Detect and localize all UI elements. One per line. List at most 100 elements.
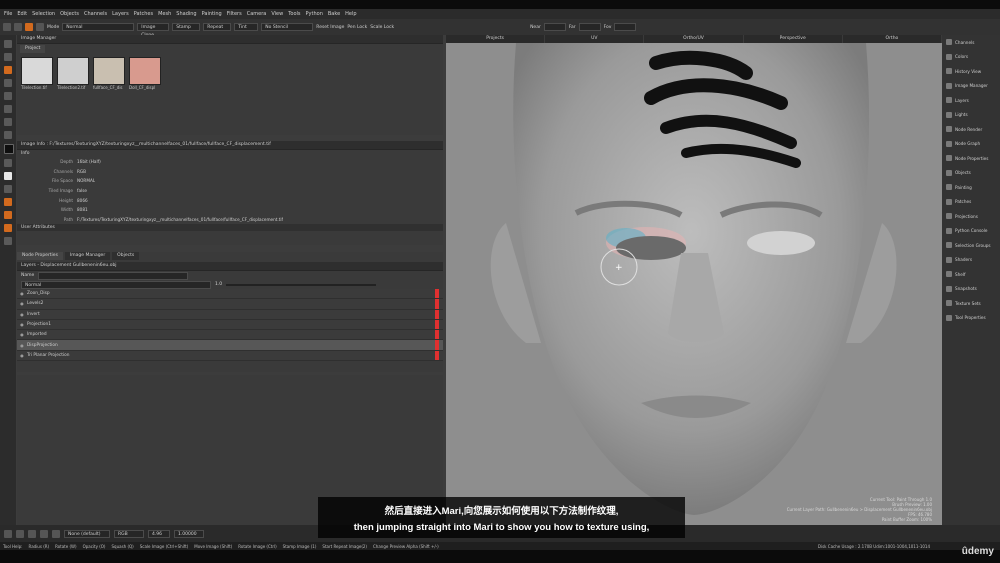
visibility-icon[interactable]: ● (17, 291, 27, 296)
scale-lock-button[interactable]: Scale Lock (370, 25, 394, 30)
menu-item[interactable]: Camera (247, 11, 267, 17)
new-project-icon[interactable] (3, 23, 11, 31)
paint-tool-icon[interactable] (4, 66, 12, 74)
layer-opacity-value[interactable]: 1.0 (215, 282, 222, 287)
visibility-icon[interactable]: ● (17, 312, 27, 317)
pen-lock-button[interactable]: Pen Lock (347, 25, 367, 30)
palette-item[interactable]: Layers (942, 93, 1000, 108)
reset-image-button[interactable]: Reset Image (316, 25, 344, 30)
menu-item[interactable]: Shading (176, 11, 196, 17)
visibility-icon[interactable]: ● (17, 343, 27, 348)
eraser-tool-icon[interactable] (4, 79, 12, 87)
blur-tool-icon[interactable] (4, 211, 12, 219)
palette-item[interactable]: History View (942, 64, 1000, 79)
size-field[interactable]: 4.96 (148, 529, 170, 538)
menu-item[interactable]: Edit (17, 11, 27, 17)
palette-item[interactable]: Texture Sets (942, 296, 1000, 311)
visibility-icon[interactable]: ● (17, 301, 27, 306)
bottom-tab[interactable]: Image Manager (64, 252, 111, 260)
palette-item[interactable]: Painting (942, 180, 1000, 195)
picker-tool-icon[interactable] (4, 118, 12, 126)
reset-colors-icon[interactable] (4, 185, 12, 193)
3d-viewport[interactable]: ProjectsUVOrtho/UVPerspectiveOrtho + (446, 35, 942, 525)
brush-icon[interactable] (40, 529, 48, 538)
layer-filter-input[interactable] (38, 271, 189, 280)
palette-item[interactable]: Node Properties (942, 151, 1000, 166)
repeat-button[interactable]: Repeat (203, 23, 232, 31)
background-color-swatch[interactable] (4, 172, 12, 180)
stamp-button[interactable]: Stamp (172, 23, 201, 31)
foreground-color-swatch[interactable] (4, 144, 14, 154)
palette-item[interactable]: Node Graph (942, 137, 1000, 152)
layer-row[interactable]: ● Zoon_Disp (17, 289, 443, 300)
palette-item[interactable]: Colors (942, 50, 1000, 65)
layer-row[interactable]: ● DispProjection (17, 340, 443, 351)
menu-item[interactable]: Selection (32, 11, 55, 17)
slice-tool-icon[interactable] (4, 224, 12, 232)
menu-item[interactable]: Help (345, 11, 356, 17)
palette-item[interactable]: Shelf (942, 267, 1000, 282)
image-clone-button[interactable]: Image Clone (137, 23, 170, 38)
near-field[interactable] (543, 23, 566, 31)
value-field[interactable]: 1.00000 (174, 529, 204, 538)
palette-item[interactable]: Lights (942, 108, 1000, 123)
far-field[interactable] (578, 23, 601, 31)
blend-mode-dropdown[interactable]: Normal (21, 280, 211, 289)
menu-item[interactable]: Channels (84, 11, 107, 17)
swap-colors-icon[interactable] (4, 159, 12, 167)
fov-field[interactable] (614, 23, 637, 31)
viewport-tab[interactable]: Perspective (744, 35, 843, 43)
circle-select-icon[interactable] (52, 529, 60, 538)
image-thumbnail[interactable]: Tilelection2.tif (57, 57, 89, 90)
bottom-tab[interactable]: Objects (112, 252, 140, 260)
tint-button[interactable]: Tint (234, 23, 259, 31)
gradient-tool-icon[interactable] (4, 237, 12, 245)
palette-item[interactable]: Snapshots (942, 282, 1000, 297)
palette-item[interactable]: Projections (942, 209, 1000, 224)
clone-tool-icon[interactable] (4, 92, 12, 100)
mode-dropdown[interactable]: Normal (62, 23, 135, 31)
palette-item[interactable]: Tool Properties (942, 311, 1000, 326)
menu-item[interactable]: Filters (227, 11, 242, 17)
projection-tool-icon[interactable] (4, 198, 12, 206)
transform-tool-icon[interactable] (4, 53, 12, 61)
menu-item[interactable]: Layers (112, 11, 129, 17)
image-thumbnail[interactable]: Doll_CF_displ (129, 57, 161, 90)
opacity-slider[interactable] (226, 283, 377, 286)
menu-item[interactable]: Painting (202, 11, 222, 17)
move-icon[interactable] (4, 529, 12, 538)
format-dropdown[interactable]: RGB (114, 529, 144, 538)
viewport-tab[interactable]: Projects (446, 35, 546, 43)
scale-icon[interactable] (28, 529, 36, 538)
settings-icon[interactable] (36, 23, 44, 31)
palette-item[interactable]: Python Console (942, 224, 1000, 239)
save-icon[interactable] (14, 23, 22, 31)
menu-item[interactable]: View (271, 11, 283, 17)
palette-item[interactable]: Objects (942, 166, 1000, 181)
viewport-tab[interactable]: UV (545, 35, 645, 43)
fill-tool-icon[interactable] (4, 131, 12, 139)
menu-item[interactable]: Mesh (158, 11, 171, 17)
channel-dropdown[interactable]: None (default) (64, 529, 110, 538)
paint-buffer-icon[interactable] (25, 23, 33, 31)
select-tool-icon[interactable] (4, 40, 12, 48)
info-section[interactable]: Info (17, 150, 443, 157)
palette-item[interactable]: Image Manager (942, 79, 1000, 94)
menu-item[interactable]: File (4, 11, 12, 17)
menu-item[interactable]: Tools (288, 11, 300, 17)
visibility-icon[interactable]: ● (17, 322, 27, 327)
palette-item[interactable]: Channels (942, 35, 1000, 50)
smear-tool-icon[interactable] (4, 105, 12, 113)
visibility-icon[interactable]: ● (17, 353, 27, 358)
viewport-tab[interactable]: Ortho/UV (644, 35, 744, 43)
palette-item[interactable]: Selection Groups (942, 238, 1000, 253)
layer-row[interactable]: ● Projection1 (17, 319, 443, 331)
menu-item[interactable]: Patches (134, 11, 153, 17)
bottom-tab[interactable]: Node Properties (17, 252, 63, 260)
image-thumbnail[interactable]: Tilelection.tif (21, 57, 53, 90)
palette-item[interactable]: Shaders (942, 253, 1000, 268)
image-thumbnail[interactable]: fullface_CF_dis (93, 57, 125, 90)
menu-item[interactable]: Python (306, 11, 323, 17)
visibility-icon[interactable]: ● (17, 332, 27, 337)
viewport-tab[interactable]: Ortho (843, 35, 942, 43)
